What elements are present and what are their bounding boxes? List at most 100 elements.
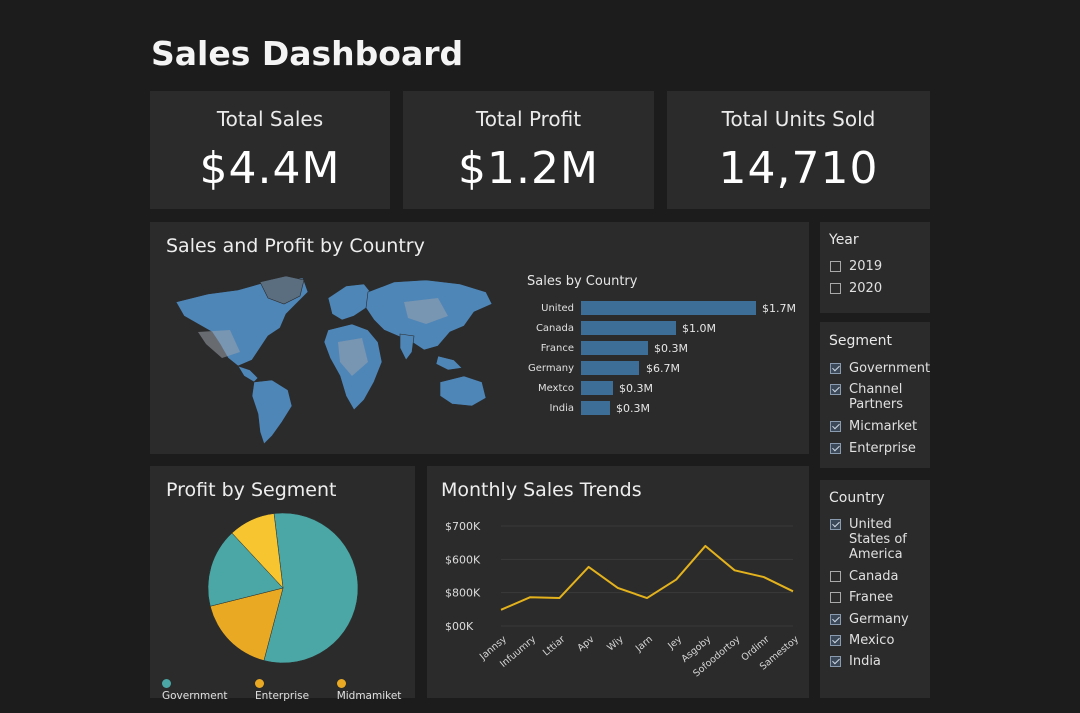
legend-label: Government (162, 690, 228, 702)
filter-title: Segment (829, 333, 892, 349)
checkbox-checked[interactable] (830, 635, 841, 646)
kpi-total-profit: Total Profit $1.2M (403, 91, 654, 209)
monthly-sales-trends-panel: Monthly Sales Trends $700K $600K $800K $00K… (427, 466, 809, 698)
legend-dot (336, 679, 346, 688)
checkbox[interactable] (830, 261, 841, 272)
kpi-value: $1.2M (458, 143, 599, 194)
checkbox-checked[interactable] (830, 614, 841, 625)
bar-label: India (549, 403, 574, 414)
bar-india[interactable] (581, 401, 610, 415)
filter-year-2019[interactable]: 2019 (830, 259, 882, 274)
map-region-south-america (251, 379, 293, 445)
bar-germany[interactable] (581, 361, 639, 375)
legend-item-enterprise[interactable]: Enterprise (255, 678, 323, 702)
pie-legend: Government Enterprise Midmamiket (162, 678, 415, 702)
sales-profit-country-panel: Sales and Profit by Country Sales by Cou… (150, 222, 809, 454)
filter-title: Year (829, 232, 859, 248)
legend-item-midmarket[interactable]: Midmamiket (336, 678, 415, 702)
filter-label: India (849, 654, 881, 669)
filter-label: Micmarket (849, 419, 918, 434)
bar-mexico[interactable] (581, 381, 613, 395)
checkbox-checked[interactable] (830, 443, 841, 454)
bar-value: $1.0M (682, 322, 716, 335)
sales-trend-line[interactable] (500, 544, 794, 611)
kpi-label: Total Sales (216, 107, 324, 131)
bar-label: United (541, 303, 574, 314)
legend-label: Enterprise (255, 690, 310, 702)
map-region-australia (439, 375, 487, 407)
filter-label: Franee (849, 590, 894, 605)
filter-label: Channel Partners (849, 382, 904, 412)
bar-value: $1.7M (762, 302, 796, 315)
y-tick-label: $600K (445, 553, 481, 566)
country-filter: Country United States of America Canada … (820, 480, 930, 698)
map-region-india (399, 333, 415, 361)
filter-country-mexico[interactable]: Mexico (830, 633, 894, 648)
legend-label: Midmamiket (336, 690, 402, 702)
checkbox[interactable] (830, 283, 841, 294)
world-map[interactable] (168, 272, 498, 447)
bar-canada[interactable] (581, 321, 676, 335)
filter-label: Germany (849, 612, 909, 627)
x-tick-label: Jarn (633, 634, 655, 655)
filter-country-france[interactable]: Franee (830, 590, 893, 605)
filter-country-usa[interactable]: United States of America (830, 517, 925, 562)
filter-segment-channel-partners[interactable]: Channel Partners (830, 382, 925, 412)
year-filter: Year 2019 2020 (820, 222, 930, 313)
filter-label: 2019 (849, 259, 883, 274)
y-tick-label: $700K (445, 520, 481, 533)
checkbox[interactable] (830, 571, 841, 582)
legend-item-government[interactable]: Government (162, 678, 241, 702)
bar-france[interactable] (581, 341, 648, 355)
bar-united[interactable] (581, 301, 756, 315)
bar-label: Germany (528, 363, 574, 374)
panel-title: Sales and Profit by Country (166, 235, 425, 257)
filter-label: Enterprise (849, 441, 916, 456)
map-region-central-america (237, 365, 259, 383)
y-tick-label: $00K (445, 620, 474, 633)
filter-label: Government (849, 361, 931, 376)
filter-title: Country (829, 490, 885, 506)
filter-label: 2020 (849, 281, 883, 296)
filter-country-india[interactable]: India (830, 654, 881, 669)
filter-country-germany[interactable]: Germany (830, 612, 909, 627)
bar-label: Canada (535, 323, 574, 334)
x-tick-label: Wiy (605, 634, 626, 654)
filter-segment-micmarket[interactable]: Micmarket (830, 419, 917, 434)
map-region-europe (327, 283, 373, 321)
kpi-label: Total Units Sold (721, 107, 876, 131)
filter-country-canada[interactable]: Canada (830, 569, 898, 584)
line-chart: $700K$600K$800K$00KJannsyInfuumry Lttiar A… (445, 520, 801, 679)
bar-chart-title: Sales by Country (527, 274, 638, 289)
kpi-total-units: Total Units Sold 14,710 (667, 91, 930, 209)
x-tick-label: Lttiar (541, 634, 567, 659)
legend-dot (255, 679, 265, 688)
filter-label: Canada (849, 569, 899, 584)
checkbox-checked[interactable] (830, 421, 841, 432)
checkbox-checked[interactable] (830, 363, 841, 374)
checkbox-checked[interactable] (830, 384, 841, 395)
checkbox-checked[interactable] (830, 656, 841, 667)
bar-value: $0.3M (616, 402, 650, 415)
kpi-label: Total Profit (475, 107, 582, 131)
kpi-value: 14,710 (718, 143, 879, 194)
segment-filter: Segment Government Channel Partners Micm… (820, 322, 930, 468)
bar-value: $6.7M (646, 362, 680, 375)
y-tick-label: $800K (445, 587, 481, 600)
filter-segment-government[interactable]: Government (830, 361, 930, 376)
checkbox-checked[interactable] (830, 519, 841, 530)
filter-segment-enterprise[interactable]: Enterprise (830, 441, 916, 456)
x-tick-label: Jey (665, 634, 684, 652)
bar-value: $0.3M (619, 382, 653, 395)
bar-value: $0.3M (654, 342, 688, 355)
filter-label: United States of America (849, 517, 907, 562)
map-region-se-asia (435, 355, 463, 371)
legend-dot (162, 679, 171, 688)
checkbox[interactable] (830, 592, 841, 603)
kpi-value: $4.4M (199, 143, 341, 194)
filter-year-2020[interactable]: 2020 (830, 281, 882, 296)
bar-label: Mextco (537, 383, 574, 394)
filter-label: Mexico (849, 633, 895, 648)
bar-label: France (540, 343, 574, 354)
kpi-total-sales: Total Sales $4.4M (150, 91, 390, 209)
